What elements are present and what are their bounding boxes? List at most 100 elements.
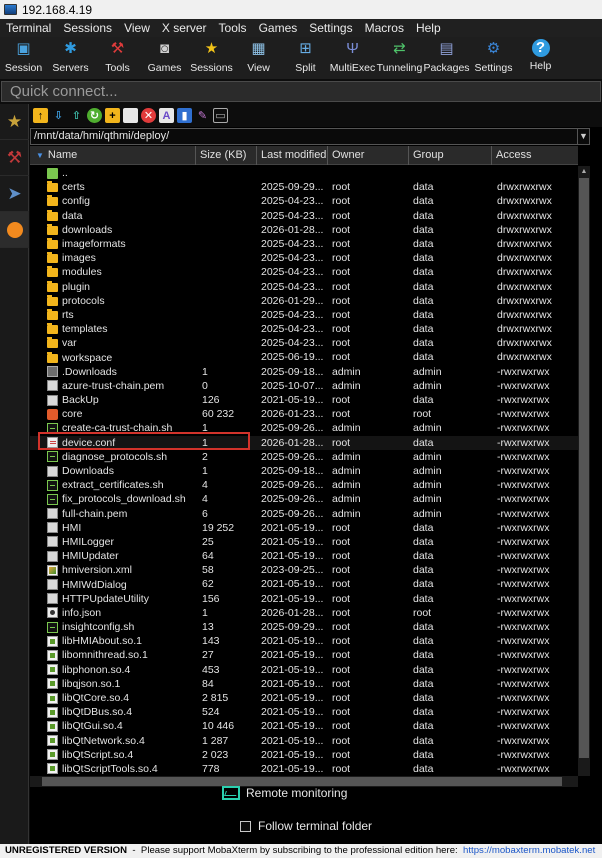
scroll-thumb[interactable] — [579, 178, 589, 758]
tools-button[interactable]: ⚒ Tools — [94, 37, 141, 79]
file-row[interactable]: rts 2025-04-23... root data drwxrwxrwx — [30, 308, 578, 322]
file-row[interactable]: libQtCore.so.4 2 815 2021-05-19... root data… — [30, 691, 578, 705]
file-row[interactable]: insightconfig.sh 13 2025-09-29... root data -… — [30, 620, 578, 634]
file-row[interactable]: imageformats 2025-04-23... root data drwxrwx… — [30, 237, 578, 251]
file-row[interactable]: core 60 232 2026-01-23... root root -rwxrwxrw… — [30, 407, 578, 421]
servers-button[interactable]: ✱ Servers — [47, 37, 94, 79]
vertical-scrollbar[interactable]: ▲ — [578, 166, 590, 776]
file-name: fix_protocols_download.sh — [62, 493, 186, 506]
file-row[interactable]: create-ca-trust-chain.sh 1 2025-09-26... ad… — [30, 421, 578, 435]
file-row[interactable]: .. — [30, 166, 578, 180]
hidden-files-icon[interactable]: ▮ — [177, 108, 192, 123]
menu-macros[interactable]: Macros — [359, 21, 410, 35]
file-row[interactable]: data 2025-04-23... root data drwxrwxrwx — [30, 209, 578, 223]
rename-icon[interactable]: A — [159, 108, 174, 123]
column-last-modified[interactable]: Last modified — [257, 146, 328, 165]
menu-view[interactable]: View — [118, 21, 156, 35]
column-name[interactable]: ▼ Name — [30, 146, 196, 165]
sidetab-tools[interactable]: ⚒ — [0, 140, 29, 176]
games-button[interactable]: ◙ Games — [141, 37, 188, 79]
file-row[interactable]: .Downloads 1 2025-09-18... admin admin -rwxrw… — [30, 365, 578, 379]
parent-folder-icon[interactable]: ↑ — [33, 108, 48, 123]
new-file-icon[interactable] — [123, 108, 138, 123]
column-owner[interactable]: Owner — [328, 146, 409, 165]
file-row[interactable]: certs 2025-09-29... root data drwxrwxrwx — [30, 180, 578, 194]
download-icon[interactable]: ⇩ — [51, 108, 66, 123]
file-row[interactable]: config 2025-04-23... root data drwxrwxrwx — [30, 194, 578, 208]
file-row[interactable]: extract_certificates.sh 4 2025-09-26... adm… — [30, 478, 578, 492]
file-row[interactable]: HTTPUpdateUtility 156 2021-05-19... root dat… — [30, 592, 578, 606]
column-size[interactable]: Size (KB) — [196, 146, 257, 165]
column-access[interactable]: Access — [492, 146, 578, 165]
sidetab-sessions[interactable]: ★ — [0, 104, 29, 140]
file-row[interactable]: images 2025-04-23... root data drwxrwxrwx — [30, 251, 578, 265]
file-row[interactable]: libQtDBus.so.4 524 2021-05-19... root data -r… — [30, 705, 578, 719]
tunneling-button[interactable]: ⇄ Tunneling — [376, 37, 423, 79]
packages-button[interactable]: ▤ Packages — [423, 37, 470, 79]
file-row[interactable]: libQtScript.so.4 2 023 2021-05-19... root da… — [30, 748, 578, 762]
file-row[interactable]: HMILogger 25 2021-05-19... root data -rwxrwxr… — [30, 535, 578, 549]
file-row[interactable]: plugin 2025-04-23... root data drwxrwxrwx — [30, 280, 578, 294]
file-row[interactable]: protocols 2026-01-29... root data drwxrwxrwx — [30, 294, 578, 308]
file-row[interactable]: var 2025-04-23... root data drwxrwxrwx — [30, 336, 578, 350]
menu-help[interactable]: Help — [410, 21, 447, 35]
file-modified: 2021-05-19... — [261, 677, 324, 690]
file-row[interactable]: Downloads 1 2025-09-18... admin admin -rwxrwx… — [30, 464, 578, 478]
session-button[interactable]: ▣ Session — [0, 37, 47, 79]
file-row[interactable]: azure-trust-chain.pem 0 2025-10-07... admin… — [30, 379, 578, 393]
file-modified: 2021-05-19... — [261, 635, 324, 648]
file-row[interactable]: downloads 2026-01-28... root data drwxrwxrwx — [30, 223, 578, 237]
file-row[interactable]: diagnose_protocols.sh 2 2025-09-26... admin… — [30, 450, 578, 464]
file-row[interactable]: libomnithread.so.1 27 2021-05-19... root dat… — [30, 648, 578, 662]
help-button[interactable]: ? Help — [517, 37, 564, 79]
file-row[interactable]: full-chain.pem 6 2025-09-26... admin admin -r… — [30, 507, 578, 521]
sidetab-sftp[interactable] — [0, 212, 29, 248]
file-row[interactable]: libQtNetwork.so.4 1 287 2021-05-19... root d… — [30, 734, 578, 748]
mobaxterm-link[interactable]: https://mobaxterm.mobatek.net — [463, 845, 595, 856]
file-row[interactable]: HMIUpdater 64 2021-05-19... root data -rwxrwx… — [30, 549, 578, 563]
menu-tools[interactable]: Tools — [213, 21, 253, 35]
scroll-up-icon[interactable]: ▲ — [578, 166, 590, 178]
file-row[interactable]: modules 2025-04-23... root data drwxrwxrwx — [30, 265, 578, 279]
remote-monitoring-button[interactable]: Remote monitoring — [222, 786, 347, 800]
file-row[interactable]: fix_protocols_download.sh 4 2025-09-26... a… — [30, 492, 578, 506]
new-folder-icon[interactable]: + — [105, 108, 120, 123]
file-row[interactable]: HMI 19 252 2021-05-19... root data -rwxrwxrwx — [30, 521, 578, 535]
delete-icon[interactable]: ✕ — [141, 108, 156, 123]
menu-sessions[interactable]: Sessions — [57, 21, 118, 35]
chevron-down-icon[interactable]: ▼ — [577, 129, 589, 144]
file-name-cell: create-ca-trust-chain.sh — [30, 421, 196, 435]
file-row[interactable]: BackUp 126 2021-05-19... root data -rwxrwxrwx — [30, 393, 578, 407]
upload-icon[interactable]: ⇧ — [69, 108, 84, 123]
refresh-icon[interactable]: ↻ — [87, 108, 102, 123]
multiexec-button[interactable]: Ψ MultiExec — [329, 37, 376, 79]
permissions-icon[interactable]: ✎ — [195, 108, 210, 123]
hscroll-thumb[interactable] — [42, 777, 562, 786]
sidetab-macros[interactable]: ➤ — [0, 176, 29, 212]
file-row[interactable]: HMIWdDialog 62 2021-05-19... root data -rwxrw… — [30, 577, 578, 591]
column-group[interactable]: Group — [409, 146, 492, 165]
checkbox[interactable] — [240, 820, 251, 832]
file-row[interactable]: templates 2025-04-23... root data drwxrwxrwx — [30, 322, 578, 336]
follow-terminal-checkbox[interactable]: Follow terminal folder — [240, 819, 372, 833]
file-row[interactable]: libHMIAbout.so.1 143 2021-05-19... root data… — [30, 634, 578, 648]
sessions-button[interactable]: ★ Sessions — [188, 37, 235, 79]
split-button[interactable]: ⊞ Split — [282, 37, 329, 79]
terminal-icon[interactable]: ▭ — [213, 108, 228, 123]
file-row[interactable]: workspace 2025-06-19... root data drwxrwxrwx — [30, 350, 578, 364]
menu-games[interactable]: Games — [253, 21, 304, 35]
quick-connect-input[interactable]: Quick connect... — [1, 81, 601, 102]
menu-x-server[interactable]: X server — [156, 21, 213, 35]
settings-button[interactable]: ⚙ Settings — [470, 37, 517, 79]
file-row[interactable]: libqjson.so.1 84 2021-05-19... root data -rwx… — [30, 677, 578, 691]
menu-terminal[interactable]: Terminal — [0, 21, 57, 35]
menu-settings[interactable]: Settings — [303, 21, 358, 35]
file-row[interactable]: libphonon.so.4 453 2021-05-19... root data -r… — [30, 663, 578, 677]
file-row[interactable]: libQtGui.so.4 10 446 2021-05-19... root data… — [30, 719, 578, 733]
view-button[interactable]: ▦ View — [235, 37, 282, 79]
file-row[interactable]: info.json 1 2026-01-28... root root -rwxrwxrw… — [30, 606, 578, 620]
path-field[interactable]: /mnt/data/hmi/qthmi/deploy/ ▼ — [30, 128, 590, 145]
file-row[interactable]: hmiversion.xml 58 2023-09-25... root data -rw… — [30, 563, 578, 577]
file-row[interactable]: device.conf 1 2026-01-28... root data -rwxrwx… — [30, 435, 578, 450]
file-row[interactable]: libQtScriptTools.so.4 778 2021-05-19... roo… — [30, 762, 578, 776]
